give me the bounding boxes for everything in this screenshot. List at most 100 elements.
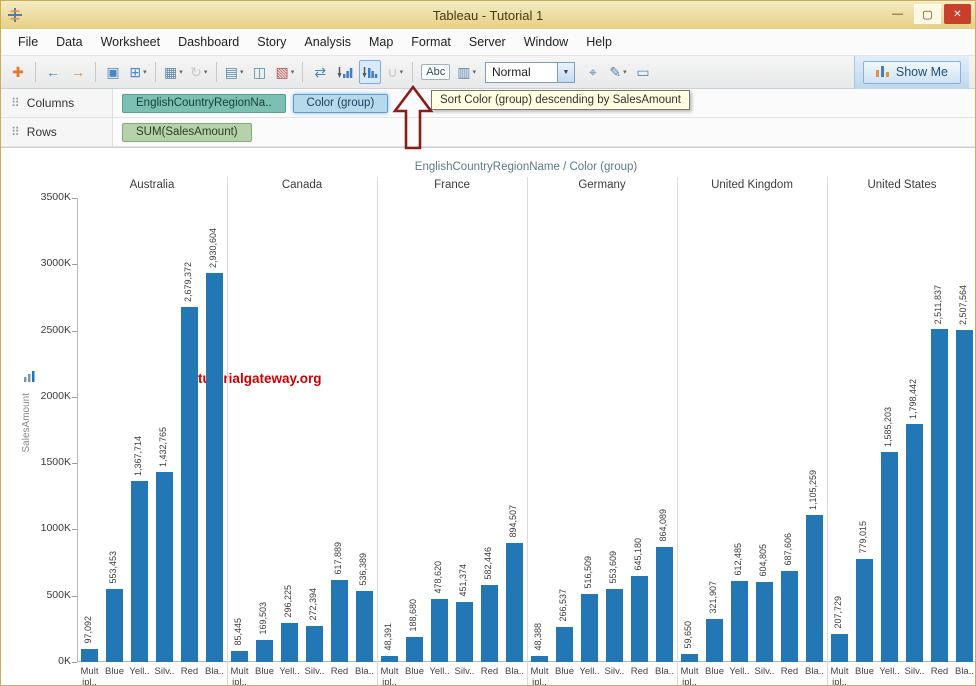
bar-mark[interactable] — [731, 581, 748, 662]
x-category-label: Mult ipl.. — [677, 667, 702, 686]
sort-descending-icon[interactable] — [359, 60, 381, 84]
bar-mark[interactable] — [831, 634, 848, 662]
sort-ascending-icon[interactable] — [334, 60, 356, 84]
run-update-icon[interactable]: ↻▾ — [188, 60, 210, 84]
group-members-icon[interactable]: ∪▾ — [384, 60, 406, 84]
menu-item-story[interactable]: Story — [248, 31, 295, 53]
bar-mark[interactable] — [81, 649, 98, 662]
panel-header-canada[interactable]: Canada — [227, 179, 377, 197]
chevron-down-icon[interactable]: ▾ — [204, 68, 208, 76]
bar-mark[interactable] — [956, 330, 973, 662]
bar-mark[interactable] — [706, 619, 723, 662]
bar-mark[interactable] — [381, 656, 398, 662]
bar-mark[interactable] — [356, 591, 373, 662]
show-me-chart-icon — [876, 65, 890, 80]
menu-item-analysis[interactable]: Analysis — [295, 31, 360, 53]
toolbar-separator — [216, 62, 217, 82]
bar-mark[interactable] — [431, 599, 448, 662]
chevron-down-icon[interactable]: ▾ — [291, 68, 295, 76]
panel-header-united-kingdom[interactable]: United Kingdom — [677, 179, 827, 197]
menu-item-help[interactable]: Help — [577, 31, 621, 53]
bar-mark[interactable] — [806, 515, 823, 662]
bar-mark[interactable] — [581, 594, 598, 662]
menu-item-dashboard[interactable]: Dashboard — [169, 31, 248, 53]
bar-mark[interactable] — [456, 602, 473, 662]
panel-header-united-states[interactable]: United States — [827, 179, 976, 197]
duplicate-sheet-icon[interactable]: ◫ — [249, 60, 271, 84]
chevron-down-icon[interactable]: ▾ — [623, 68, 627, 76]
bar-mark[interactable] — [481, 585, 498, 662]
presentation-mode-icon[interactable]: ▭ — [632, 60, 654, 84]
y-tick-label: 1000K — [1, 522, 71, 534]
fix-axes-icon[interactable]: ⌖ — [582, 60, 604, 84]
save-icon[interactable]: ▣ — [102, 60, 124, 84]
bar-mark[interactable] — [681, 654, 698, 662]
pill-sum-salesamount[interactable]: SUM(SalesAmount) — [122, 123, 252, 142]
menu-item-format[interactable]: Format — [402, 31, 460, 53]
bar-mark[interactable] — [631, 576, 648, 662]
pill-color-group[interactable]: Color (group) — [293, 94, 389, 113]
chevron-down-icon[interactable]: ▾ — [179, 68, 183, 76]
menu-item-worksheet[interactable]: Worksheet — [92, 31, 170, 53]
bar-mark[interactable] — [406, 637, 423, 662]
pill-english-country-region[interactable]: EnglishCountryRegionNa.. — [122, 94, 286, 113]
panel-header-australia[interactable]: Australia — [77, 179, 227, 197]
pause-auto-updates-icon[interactable]: ▦▾ — [162, 60, 185, 84]
bar-mark[interactable] — [881, 452, 898, 662]
fit-dropdown[interactable]: Normal ▼ — [485, 62, 575, 83]
show-me-button[interactable]: Show Me — [863, 61, 961, 84]
menu-item-server[interactable]: Server — [460, 31, 515, 53]
menu-item-map[interactable]: Map — [360, 31, 402, 53]
undo-icon[interactable]: ← — [42, 60, 64, 84]
bar-mark[interactable] — [156, 472, 173, 662]
close-button[interactable]: ✕ — [944, 4, 971, 24]
chevron-down-icon[interactable]: ▾ — [143, 68, 147, 76]
chevron-down-icon[interactable]: ▾ — [400, 68, 404, 76]
bar-mark[interactable] — [181, 307, 198, 662]
add-data-source-icon[interactable]: ⊞▾ — [127, 60, 149, 84]
maximize-button[interactable]: ▢ — [914, 4, 941, 24]
bar-mark[interactable] — [206, 273, 223, 662]
mark-type-icon[interactable]: ▥▾ — [455, 60, 478, 84]
bar-mark[interactable] — [106, 589, 123, 662]
highlight-icon[interactable]: ✎▾ — [607, 60, 629, 84]
bar-mark[interactable] — [556, 627, 573, 662]
bar-mark[interactable] — [856, 559, 873, 662]
clear-sheet-icon[interactable]: ▧▾ — [274, 60, 297, 84]
chevron-down-icon[interactable]: ▼ — [557, 63, 574, 82]
menu-item-file[interactable]: File — [9, 31, 47, 53]
bar-mark[interactable] — [256, 640, 273, 662]
new-worksheet-icon[interactable]: ▤▾ — [223, 60, 246, 84]
bar-mark[interactable] — [331, 580, 348, 662]
group-members-icon-glyph: ∪ — [387, 64, 397, 81]
bar-value-label: 1,432,765 — [158, 427, 171, 467]
bar-value-label: 604,805 — [758, 544, 771, 577]
bar-mark[interactable] — [531, 656, 548, 662]
minimize-button[interactable]: — — [884, 4, 911, 24]
axis-sort-icon[interactable] — [24, 369, 35, 387]
redo-icon[interactable]: → — [67, 60, 89, 84]
chevron-down-icon[interactable]: ▾ — [472, 68, 476, 76]
bar-mark[interactable] — [756, 582, 773, 662]
bar-mark[interactable] — [306, 626, 323, 662]
bar-mark[interactable] — [606, 589, 623, 662]
bar-mark[interactable] — [906, 424, 923, 662]
bar-mark[interactable] — [231, 651, 248, 662]
menu-item-window[interactable]: Window — [515, 31, 577, 53]
show-mark-labels-icon[interactable]: Abc — [419, 60, 452, 84]
x-category-label: Mult ipl.. — [827, 667, 852, 686]
menu-item-data[interactable]: Data — [47, 31, 91, 53]
panel-header-france[interactable]: France — [377, 179, 527, 197]
panel-header-germany[interactable]: Germany — [527, 179, 677, 197]
swap-rows-columns-icon[interactable]: ⇄ — [309, 60, 331, 84]
bar-mark[interactable] — [656, 547, 673, 662]
bar-mark[interactable] — [931, 329, 948, 662]
tableau-logo-icon[interactable]: ✚ — [7, 60, 29, 84]
bar-mark[interactable] — [281, 623, 298, 662]
bar-mark[interactable] — [506, 543, 523, 662]
chevron-down-icon[interactable]: ▾ — [240, 68, 244, 76]
bar-mark[interactable] — [781, 571, 798, 662]
toolbar-separator — [95, 62, 96, 82]
bar-mark[interactable] — [131, 481, 148, 662]
y-tick-mark — [72, 397, 77, 398]
